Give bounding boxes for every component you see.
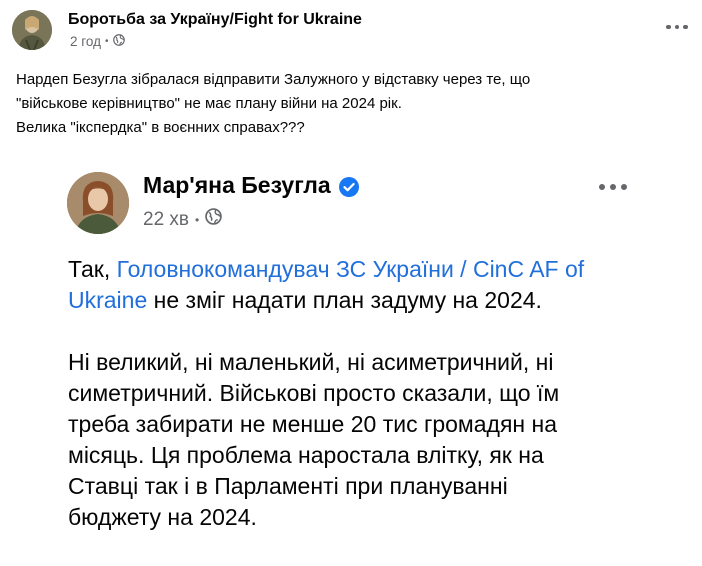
verified-badge-icon (338, 176, 359, 197)
post-text-line: "військове керівництво" не має плану вій… (16, 95, 402, 112)
body-line: Ukraine не зміг надати план задуму на 20… (68, 285, 668, 316)
body-line: Так, Головнокомандувач ЗС України / CinC… (68, 254, 668, 285)
more-options-icon[interactable] (666, 20, 690, 34)
body-text: Так, (68, 256, 117, 282)
page-avatar[interactable] (12, 10, 52, 50)
body-text: не зміг надати план задуму на 2024. (147, 287, 542, 313)
embedded-post-image[interactable]: Мар'яна Безугла 22 хв • Так, Головнокома… (0, 152, 702, 566)
body-line: місяць. Ця проблема наростала влітку, як… (68, 442, 544, 468)
embedded-post-body: Так, Головнокомандувач ЗС України / CinC… (68, 254, 668, 533)
embedded-author-avatar (67, 172, 129, 234)
globe-icon[interactable] (112, 34, 125, 49)
embedded-author-name-text: Мар'яна Безугла (143, 172, 331, 198)
more-options-icon (599, 180, 629, 194)
post-header: Боротьба за Україну/Fight for Ukraine 2 … (12, 10, 692, 54)
post-meta: 2 год • (70, 34, 125, 49)
body-line: треба забирати не менше 20 тис громадян … (68, 411, 557, 437)
body-line: Ставці так і в Парламенті при плануванні (68, 473, 508, 499)
body-line: бюджету на 2024. (68, 504, 257, 530)
embedded-author-name: Мар'яна Безугла (143, 172, 359, 199)
post-text-line: Нардеп Безугла зібралася відправити Залу… (16, 71, 531, 88)
mention-link: Ukraine (68, 287, 148, 313)
embedded-post-time: 22 хв (143, 208, 190, 230)
mention-link: Головнокомандувач ЗС України / CinC AF o… (116, 256, 585, 282)
globe-icon (205, 208, 223, 231)
body-line: симетричний. Військові просто сказали, щ… (68, 380, 560, 406)
body-line: Ні великий, ні маленький, ні асиметрични… (68, 349, 554, 375)
post-time[interactable]: 2 год (70, 34, 101, 49)
meta-separator: • (195, 212, 200, 227)
meta-separator: • (104, 36, 109, 47)
embedded-post-meta: 22 хв • (143, 208, 223, 231)
post-text-line: Велика "ікспердка" в воєнних справах??? (16, 119, 305, 136)
page-name[interactable]: Боротьба за Україну/Fight for Ukraine (68, 11, 362, 29)
post-text: Нардеп Безугла зібралася відправити Залу… (16, 68, 688, 140)
